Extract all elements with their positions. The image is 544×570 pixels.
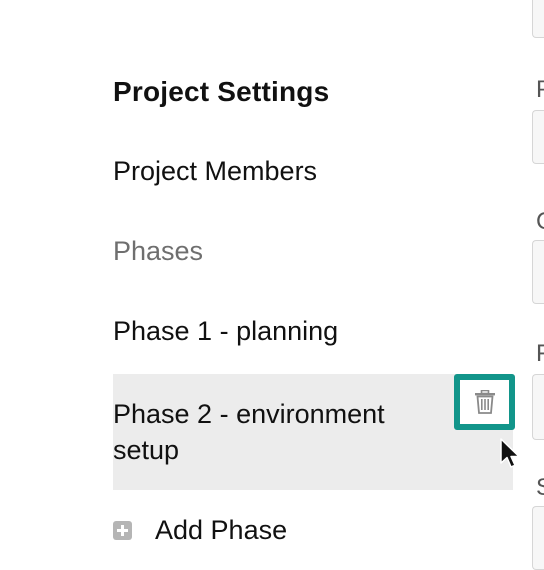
form-field-s[interactable] xyxy=(532,506,544,570)
trash-icon xyxy=(474,390,495,414)
plus-square-icon xyxy=(113,520,132,540)
form-field-p[interactable] xyxy=(532,110,544,164)
nav-item-project-members[interactable]: Project Members xyxy=(113,156,317,187)
add-phase-label: Add Phase xyxy=(155,514,288,545)
phase-item-2[interactable]: Phase 2 - environment setup xyxy=(113,374,515,490)
phase-item-1[interactable]: Phase 1 - planning xyxy=(113,316,338,347)
form-field-c[interactable] xyxy=(532,240,544,304)
add-phase-button[interactable]: Add Phase xyxy=(113,512,287,548)
form-field-top[interactable] xyxy=(532,0,544,38)
field-label-f: F xyxy=(536,340,544,367)
nav-heading-project-settings[interactable]: Project Settings xyxy=(113,76,329,108)
phases-section-label: Phases xyxy=(113,236,204,266)
field-label-p: P xyxy=(536,76,544,104)
delete-phase-button[interactable] xyxy=(454,374,515,430)
phase-item-2-label: Phase 2 - environment setup xyxy=(113,399,385,465)
form-panel-edge: P C F S xyxy=(530,0,544,570)
field-label-s: S xyxy=(536,474,544,502)
form-field-f[interactable] xyxy=(532,374,544,440)
project-settings-view: Project Settings Project Members Phases … xyxy=(0,0,544,570)
field-label-c: C xyxy=(536,208,544,236)
